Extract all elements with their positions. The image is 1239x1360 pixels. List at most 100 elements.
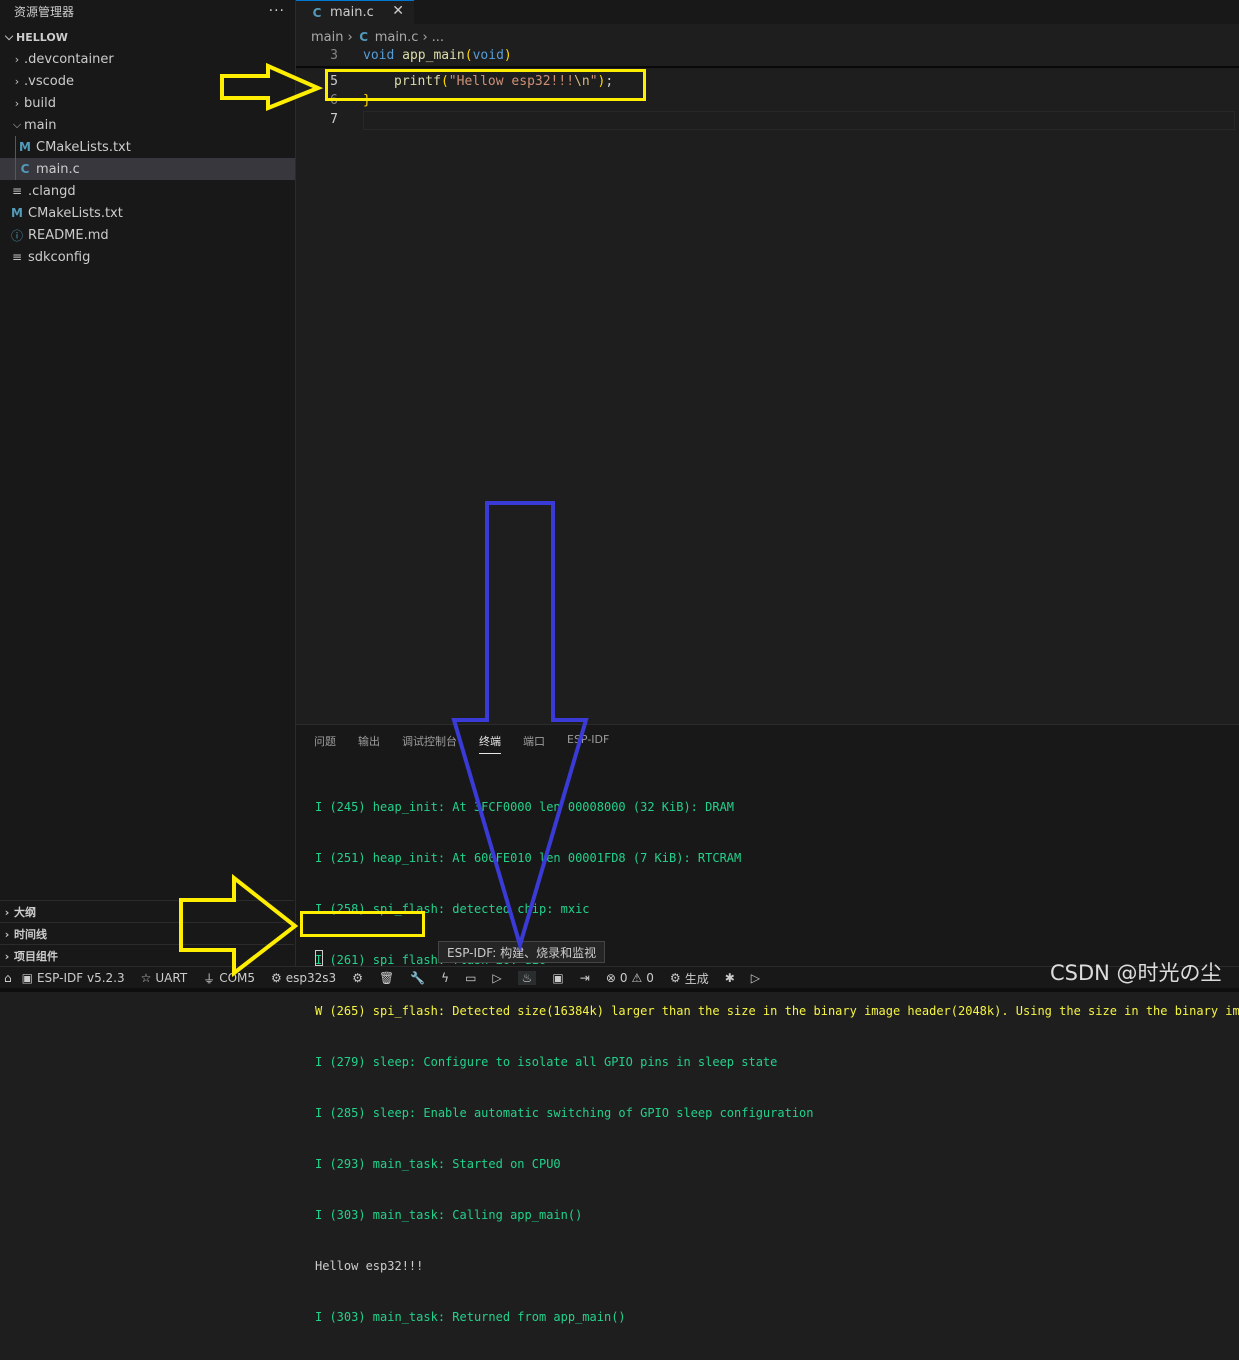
section-label: 时间线 [14, 928, 47, 941]
terminal-program-output: Hellow esp32!!! [315, 1259, 424, 1273]
debug-icon[interactable]: ▷ [492, 971, 501, 985]
chevron-right-icon: › [347, 29, 353, 45]
breadcrumb-symbol[interactable]: ... [432, 30, 444, 45]
target-selector[interactable]: ⚙ esp32s3 [271, 971, 336, 985]
breadcrumb: main › C main.c › ... [311, 28, 444, 46]
terminal-output[interactable]: I (245) heap_init: At 3FCF0000 len 00008… [315, 765, 1239, 1360]
tree-item-label: main.c [36, 161, 80, 177]
tree-item-label: .clangd [28, 183, 76, 199]
bug-icon[interactable]: ✱ [725, 971, 735, 985]
error-count: 0 [619, 971, 628, 985]
lock-icon[interactable]: ⌂ [4, 971, 12, 985]
port-label: COM5 [219, 971, 255, 985]
build-label: 生成 [684, 971, 709, 986]
esp-idf-version[interactable]: ▣ ESP-IDF v5.2.3 [22, 971, 125, 985]
settings-file-icon: ≡ [11, 184, 23, 198]
tab-output[interactable]: 输出 [358, 733, 380, 754]
indent-guide [15, 136, 16, 180]
chip-icon: ⚙ [271, 971, 282, 985]
tree-item-devcontainer[interactable]: › .devcontainer [0, 48, 295, 70]
more-actions-icon[interactable]: ··· [269, 3, 285, 19]
tree-item-main-folder[interactable]: ⌵ main [0, 114, 295, 136]
terminal-icon[interactable]: ▣ [552, 971, 563, 985]
monitor-icon[interactable]: ▭ [465, 971, 476, 985]
project-folder-header[interactable]: ⌵ HELLOW [0, 26, 295, 48]
tab-terminal[interactable]: 终端 [479, 733, 501, 754]
tree-item-build[interactable]: › build [0, 92, 295, 114]
tab-main-c[interactable]: C main.c ✕ [296, 0, 414, 24]
tooltip: ESP-IDF: 构建、烧录和监视 [438, 941, 606, 963]
error-icon: ⊗ [605, 971, 616, 985]
tree-item-main-c[interactable]: C main.c [0, 158, 295, 180]
plug-icon: ⏚ [203, 971, 216, 986]
paren: ) [503, 48, 512, 63]
flash-icon[interactable]: ϟ [441, 971, 449, 985]
breadcrumb-folder[interactable]: main [311, 30, 343, 45]
tab-ports[interactable]: 端口 [523, 733, 545, 754]
tree-item-sdkconfig[interactable]: ≡ sdkconfig [0, 246, 295, 268]
tree-item-label: CMakeLists.txt [36, 139, 131, 155]
outline-section[interactable]: › 大纲 [0, 900, 294, 923]
bottom-panel: 问题 输出 调试控制台 终端 端口 ESP-IDF I (245) heap_i… [296, 724, 1239, 1324]
warning-count: 0 [646, 971, 654, 985]
gear-icon: ⚙ [669, 971, 681, 985]
tree-item-readme[interactable]: ⓘ README.md [0, 224, 295, 246]
terminal-warning-line: W (265) spi_flash: Detected size(16384k)… [315, 1004, 1239, 1018]
timeline-section[interactable]: › 时间线 [0, 922, 294, 945]
gear-icon[interactable]: ⚙ [352, 971, 363, 985]
breadcrumb-file[interactable]: main.c [375, 30, 419, 45]
run-icon[interactable]: ▷ [751, 971, 760, 985]
sticky-scroll-shadow [296, 66, 1239, 68]
uart-label: UART [155, 971, 188, 985]
code-line: 3 void app_main(void) [296, 48, 1239, 67]
chevron-right-icon: › [4, 927, 10, 941]
chevron-right-icon: › [4, 905, 10, 919]
watermark: CSDN @时光の尘 [1050, 961, 1222, 985]
panel-tabs: 问题 输出 调试控制台 终端 端口 ESP-IDF [314, 733, 631, 754]
tree-item-clangd[interactable]: ≡ .clangd [0, 180, 295, 202]
tab-label: main.c [330, 5, 374, 20]
tree-item-label: .vscode [24, 73, 74, 89]
terminal-line: I (303) main_task: Calling app_main() [315, 1208, 583, 1222]
tab-debug-console[interactable]: 调试控制台 [402, 733, 457, 754]
c-file-icon: C [359, 30, 369, 44]
tab-esp-idf[interactable]: ESP-IDF [567, 733, 609, 754]
code-text: void app_main(void) [363, 48, 512, 63]
wrench-icon[interactable]: 🔧 [410, 971, 425, 985]
c-file-icon: C [312, 5, 322, 20]
tree-item-vscode[interactable]: › .vscode [0, 70, 295, 92]
chevron-right-icon: › [14, 52, 20, 66]
tree-item-root-cmakelists[interactable]: M CMakeLists.txt [0, 202, 295, 224]
flame-icon[interactable]: ♨ [517, 971, 537, 985]
terminal-line: I (258) spi_flash: detected chip: mxic [315, 902, 590, 916]
chevron-right-icon: › [4, 949, 10, 963]
chevron-right-icon: › [14, 74, 20, 88]
tree-item-main-cmakelists[interactable]: M CMakeLists.txt [0, 136, 295, 158]
section-label: 大纲 [14, 906, 36, 919]
highlight-box-code [325, 69, 646, 101]
c-file-icon: C [20, 162, 30, 176]
exit-icon[interactable]: ⇥ [580, 971, 590, 985]
tree-item-label: main [24, 117, 57, 133]
keyword: void [472, 48, 504, 63]
project-components-section[interactable]: › 项目组件 [0, 944, 294, 967]
highlight-box-output [300, 911, 425, 937]
terminal-line: I (245) heap_init: At 3FCF0000 len 00008… [315, 800, 735, 814]
port-selector[interactable]: ⏚ COM5 [203, 970, 255, 987]
build-button[interactable]: ⚙ 生成 [670, 970, 709, 987]
esp-idf-version-label: ESP-IDF v5.2.3 [36, 971, 125, 985]
uart-selector[interactable]: ☆ UART [141, 971, 188, 985]
info-icon: ⓘ [10, 228, 23, 243]
warning-icon: ⚠ [631, 971, 643, 985]
problems-indicator[interactable]: ⊗ 0 ⚠ 0 [606, 971, 654, 985]
close-icon[interactable]: ✕ [392, 3, 404, 19]
tree-item-label: build [24, 95, 56, 111]
tree-item-label: CMakeLists.txt [28, 205, 123, 221]
explorer-sidebar: 资源管理器 ··· ⌵ HELLOW › .devcontainer › .vs… [0, 0, 296, 966]
terminal-line: I (303) main_task: Returned from app_mai… [315, 1310, 626, 1324]
terminal-line: I (279) sleep: Configure to isolate all … [315, 1055, 778, 1069]
line-number: 3 [330, 48, 338, 63]
tab-problems[interactable]: 问题 [314, 733, 336, 754]
trash-icon[interactable]: 🗑 [379, 971, 394, 985]
code-editor[interactable]: 3 void app_main(void) 5 printf("Hellow e… [296, 48, 1239, 713]
